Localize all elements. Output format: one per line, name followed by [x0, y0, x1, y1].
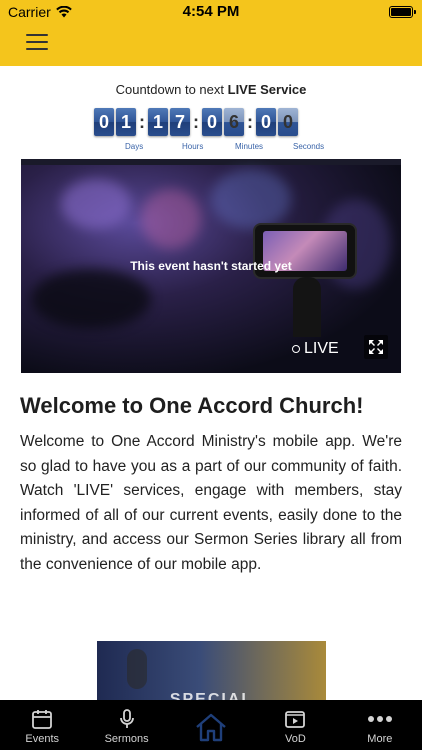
fullscreen-icon[interactable] [364, 335, 388, 359]
countdown-label-hours: Hours [182, 142, 204, 151]
countdown-service-label: LIVE Service [227, 82, 307, 97]
tab-sermons-label: Sermons [104, 733, 149, 745]
special-banner[interactable]: SPECIAL [97, 641, 326, 703]
live-video-player[interactable]: This event hasn't started yet LIVE [21, 159, 401, 373]
hamburger-menu-icon[interactable] [26, 34, 48, 50]
tab-vod[interactable]: VoD [253, 700, 337, 750]
countdown-label-days: Days [125, 142, 144, 151]
status-bar: Carrier 4:54 PM [0, 0, 422, 24]
event-status-message: This event hasn't started yet [130, 259, 292, 273]
countdown-digit: 0 [202, 108, 222, 136]
tab-events[interactable]: Events [0, 700, 84, 750]
calendar-icon [32, 710, 53, 729]
countdown-label-minutes: Minutes [235, 142, 264, 151]
countdown-label-seconds: Seconds [293, 142, 325, 151]
tab-more-label: More [367, 733, 393, 745]
live-dot-icon [292, 345, 300, 353]
countdown-title: Countdown to next LIVE Service [0, 82, 422, 97]
hand-silhouette [293, 277, 321, 337]
microphone-icon [119, 709, 134, 728]
microphone-image [127, 649, 147, 689]
home-icon [196, 713, 226, 742]
tab-home[interactable] [169, 700, 253, 750]
video-icon [285, 711, 306, 728]
welcome-text: Welcome to One Accord Ministry's mobile … [20, 433, 402, 573]
countdown-digit: 0 [278, 108, 298, 136]
countdown-prefix: Countdown to next [115, 82, 228, 97]
app-header: Carrier 4:54 PM [0, 0, 422, 66]
status-time: 4:54 PM [182, 3, 240, 20]
countdown-digit: 1 [148, 108, 168, 136]
tab-vod-label: VoD [285, 733, 306, 745]
countdown-digit: 7 [170, 108, 190, 136]
live-indicator: LIVE [292, 340, 339, 358]
countdown-digit: 6 [224, 108, 244, 136]
tab-events-label: Events [25, 733, 60, 745]
tab-more[interactable]: More [338, 700, 422, 750]
countdown-timer: 0 1 : 1 7 : 0 6 : 0 0 [94, 107, 300, 137]
countdown-separator: : [139, 111, 145, 132]
countdown-digit: 0 [94, 108, 114, 136]
countdown-separator: : [247, 111, 253, 132]
countdown-digit: 0 [256, 108, 276, 136]
bottom-tab-bar: Events Sermons VoD More [0, 700, 422, 750]
more-dots-icon [367, 716, 392, 722]
battery-icon [389, 6, 416, 18]
countdown-digit: 1 [116, 108, 136, 136]
welcome-title: Welcome to One Accord Church! [20, 393, 364, 418]
app-screen: Carrier 4:54 PM Countdown to next LIVE S… [0, 0, 422, 750]
live-label: LIVE [304, 340, 339, 357]
countdown-separator: : [193, 111, 199, 132]
tab-sermons[interactable]: Sermons [84, 700, 168, 750]
